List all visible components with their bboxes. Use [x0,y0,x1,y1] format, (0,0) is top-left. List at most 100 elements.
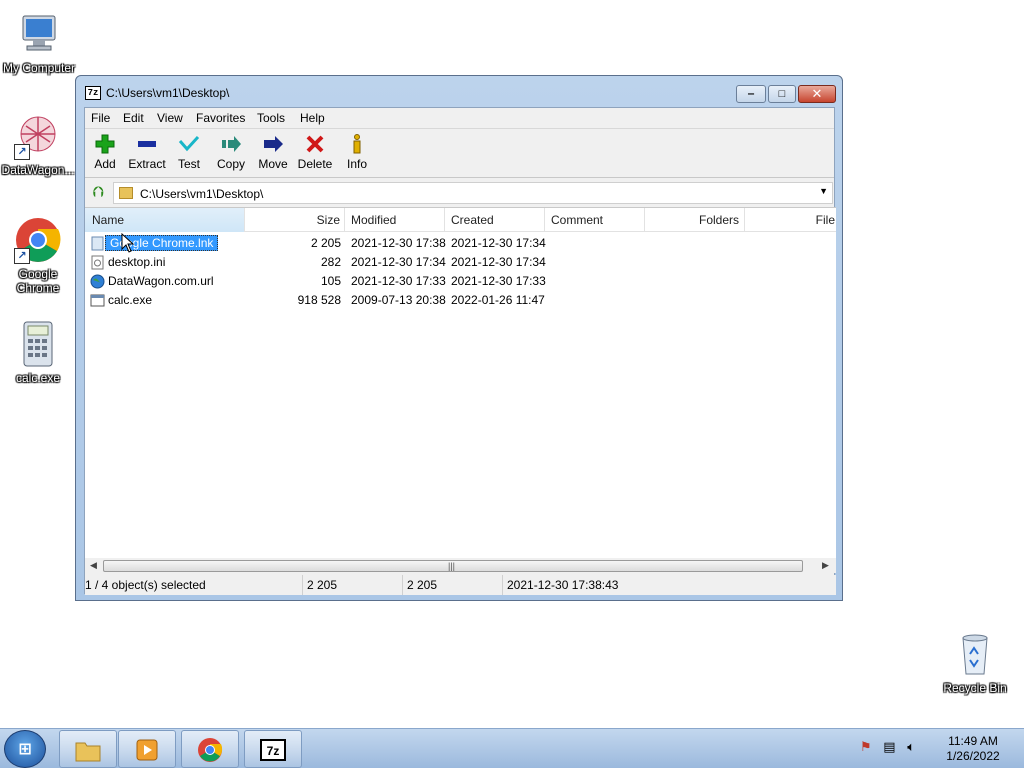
file-size: 918 528 [297,293,341,307]
column-header: Name Size Modified Created Comment Folde… [85,208,836,232]
test-button[interactable]: Test [169,133,209,171]
delete-button[interactable]: Delete [295,133,335,171]
close-button[interactable]: ✕ [798,85,836,103]
desktop-icon-label: DataWagon... [1,163,75,177]
menu-file[interactable]: File [89,111,112,125]
status-size: 2 205 [307,575,403,595]
delete-x-icon [295,133,335,155]
status-packed-size: 2 205 [407,575,503,595]
status-selection: 1 / 4 object(s) selected [85,575,303,595]
scrollbar-thumb[interactable]: ||| [103,560,803,572]
7zip-app-icon[interactable]: 7z [85,86,101,100]
menu-edit[interactable]: Edit [121,111,146,125]
up-folder-button[interactable]: ⮉ [88,183,108,203]
info-label: Info [346,157,367,171]
minimize-button[interactable]: ‒ [736,85,766,103]
file-created: 2022-01-26 11:47 [451,293,545,307]
calculator-icon [14,320,62,368]
network-icon[interactable]: ▤ [883,739,895,754]
column-size[interactable]: Size [245,208,345,232]
clock[interactable]: 11:49 AM 1/26/2022 [930,734,1016,764]
column-modified[interactable]: Modified [345,208,445,232]
desktop-icon-calc[interactable]: calc.exe [0,320,76,385]
desktop-icon-label: Recycle Bin [943,681,1007,695]
file-list[interactable]: Name Size Modified Created Comment Folde… [85,207,836,573]
file-name[interactable]: calc.exe [108,291,152,310]
datawagon-icon: ↗ [14,112,62,160]
7zip-icon: 7z [259,737,287,763]
taskbar-explorer[interactable] [59,730,117,768]
extract-button[interactable]: Extract [127,133,167,171]
taskbar: ⊞ 7z ⚑ ▤ 🔈︎ 11:49 AM 1/26/2022 [0,728,1024,768]
copy-button[interactable]: Copy [211,133,251,171]
horizontal-scrollbar[interactable]: ◀ ||| ▶ [85,558,836,573]
toolbar: Add Extract Test Copy Move Delete Info [85,128,834,178]
window-title: C:\Users\vm1\Desktop\ [106,86,230,100]
chrome-icon [196,737,224,763]
taskbar-media-player[interactable] [118,730,176,768]
maximize-icon: □ [778,88,786,100]
test-label: Test [177,157,200,171]
menu-view[interactable]: View [155,111,185,125]
file-name[interactable]: desktop.ini [108,253,165,272]
file-size: 2 205 [310,236,341,250]
desktop-icon-recycle-bin[interactable]: Recycle Bin [937,630,1013,695]
file-row[interactable]: DataWagon.com.url 105 2021-12-30 17:33 2… [85,272,836,291]
volume-icon[interactable]: 🔈︎ [907,739,915,754]
chevron-down-icon[interactable]: ▼ [819,186,828,196]
file-created: 2021-12-30 17:34 [451,236,546,250]
column-comment[interactable]: Comment [545,208,645,232]
file-manager-window: 7z C:\Users\vm1\Desktop\ ‒ □ ✕ File Edit… [75,75,843,601]
column-created[interactable]: Created [445,208,545,232]
menu-bar: File Edit View Favorites Tools Help [85,108,834,128]
file-row[interactable]: Google Chrome.lnk 2 205 2021-12-30 17:38… [85,234,836,253]
file-size: 282 [320,255,341,269]
column-files[interactable]: File [745,208,836,232]
info-button[interactable]: Info [337,133,377,171]
move-button[interactable]: Move [253,133,293,171]
folder-icon [119,187,133,199]
menu-favorites[interactable]: Favorites [194,111,247,125]
action-center-flag-icon[interactable]: ⚑ [860,739,872,754]
extract-label: Extract [128,157,166,171]
shortcut-arrow-icon: ↗ [14,144,30,160]
menu-tools[interactable]: Tools [255,111,287,125]
info-icon [337,133,377,155]
menu-help[interactable]: Help [298,111,327,125]
status-bar: 1 / 4 object(s) selected 2 205 2 205 202… [85,575,836,595]
taskbar-chrome[interactable] [181,730,239,768]
desktop-icon-google-chrome[interactable]: ↗ Google Chrome [0,216,76,295]
taskbar-7zip[interactable]: 7z [244,730,302,768]
shortcut-arrow-icon: ↗ [14,248,30,264]
maximize-button[interactable]: □ [768,85,796,103]
address-combobox[interactable]: C:\Users\vm1\Desktop\ ▼ [113,182,833,204]
file-name[interactable]: DataWagon.com.url [108,272,214,291]
minus-icon [127,133,167,155]
shortcut-file-icon [90,236,105,251]
copy-label: Copy [216,157,245,171]
title-bar[interactable]: 7z C:\Users\vm1\Desktop\ ‒ □ ✕ [76,76,842,108]
up-arrow-icon: ⮉ [92,184,104,201]
add-button[interactable]: Add [85,133,125,171]
scroll-right-icon[interactable]: ▶ [822,560,829,571]
grip-icon: ||| [448,561,456,571]
recycle-bin-icon [951,630,999,678]
file-row[interactable]: desktop.ini 282 2021-12-30 17:34 2021-12… [85,253,836,272]
svg-text:7z: 7z [267,744,280,758]
minimize-icon: ‒ [747,88,755,100]
file-modified: 2009-07-13 20:38 [351,293,446,307]
column-name[interactable]: Name [85,208,245,232]
move-label: Move [258,157,288,171]
scroll-left-icon[interactable]: ◀ [90,560,97,571]
copy-arrow-icon [211,133,251,155]
file-row[interactable]: calc.exe 918 528 2009-07-13 20:38 2022-0… [85,291,836,310]
delete-label: Delete [297,157,333,171]
address-path[interactable]: C:\Users\vm1\Desktop\ [140,187,263,201]
desktop-icon-datawagon[interactable]: ↗ DataWagon... [0,112,76,177]
windows-logo-icon: ⊞ [18,741,32,758]
file-size: 105 [320,274,341,288]
column-folders[interactable]: Folders [645,208,745,232]
globe-icon [90,274,105,289]
desktop-icon-my-computer[interactable]: My Computer [1,10,77,75]
start-button[interactable]: ⊞ [4,730,46,768]
